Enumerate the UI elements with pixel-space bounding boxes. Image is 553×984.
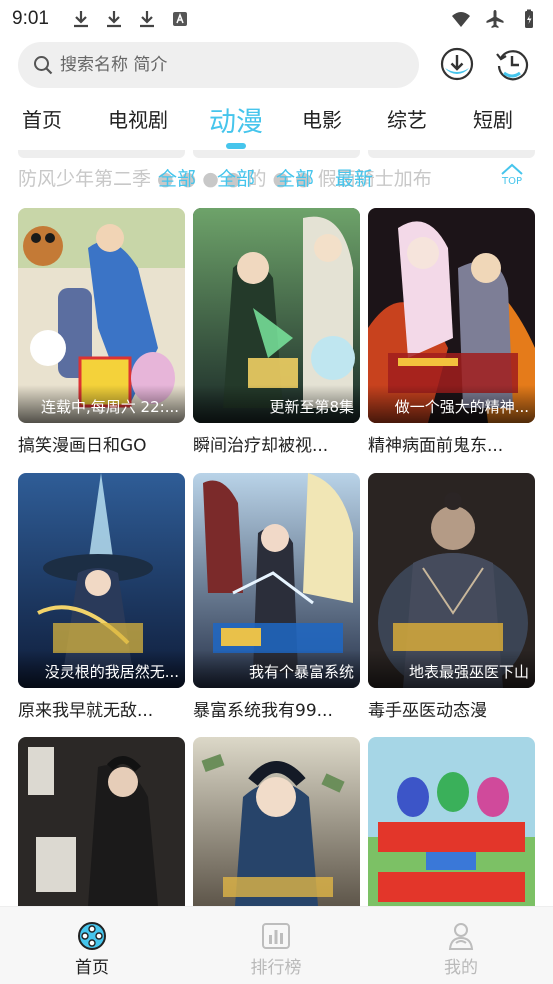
back-to-top-button[interactable]: TOP <box>496 162 528 192</box>
anime-card[interactable]: 没灵根的我居然无... 原来我早就无敌... <box>18 473 185 721</box>
filter-strip: 防风少年第二季 ● ● ● ● 的 ● ● 假面骑士加布 全部 全部 全部 最新… <box>0 150 553 202</box>
wifi-icon <box>452 12 470 27</box>
cover-caption: 没灵根的我居然无... <box>44 663 179 681</box>
chevron-up-icon <box>501 163 523 175</box>
cover-image[interactable] <box>18 737 185 906</box>
anime-card[interactable]: 做一个强大的精神... 精神病面前鬼东... <box>368 208 535 456</box>
anime-card[interactable] <box>368 737 535 906</box>
app-notification-icon <box>172 12 187 26</box>
cover-caption: 做一个强大的精神... <box>394 398 529 416</box>
filter-chip-all[interactable]: 全部 <box>276 164 314 191</box>
history-icon[interactable] <box>494 46 530 82</box>
cover-image[interactable] <box>193 737 360 906</box>
nav-home[interactable]: 首页 <box>52 921 132 978</box>
cover-image[interactable]: 地表最强巫医下山 <box>368 473 535 688</box>
download-notification-icon <box>139 11 154 28</box>
nav-label: 首页 <box>75 958 109 978</box>
card-title[interactable]: 毒手巫医动态漫 <box>368 696 535 721</box>
cover-art <box>18 737 185 906</box>
active-tab-indicator <box>226 143 246 149</box>
nav-ranking[interactable]: 排行榜 <box>236 921 316 978</box>
airplane-mode-icon <box>486 10 504 28</box>
cover-image[interactable]: 连载中,每周六 22:... <box>18 208 185 423</box>
filter-chip-all[interactable]: 全部 <box>217 164 255 191</box>
nav-label: 我的 <box>444 958 478 978</box>
film-reel-icon <box>78 922 106 950</box>
cover-caption: 连载中,每周六 22:... <box>41 398 179 416</box>
nav-label: 排行榜 <box>250 958 302 978</box>
tab-short-drama[interactable]: 短剧 <box>473 96 513 146</box>
tab-tv-series[interactable]: 电视剧 <box>108 96 168 146</box>
cover-caption: 我有个暴富系统 <box>248 663 354 681</box>
cover-image[interactable]: 更新至第8集 <box>193 208 360 423</box>
card-title[interactable]: 原来我早就无敌... <box>18 696 185 721</box>
card-title[interactable]: 搞笑漫画日和GO <box>18 431 185 456</box>
card-title[interactable]: 瞬间治疗却被视... <box>193 431 360 456</box>
card-title[interactable]: 精神病面前鬼东... <box>368 431 535 456</box>
scrolled-card-edge <box>18 150 185 158</box>
scrolled-card-edge <box>193 150 360 158</box>
download-notification-icon <box>106 11 121 28</box>
cover-image[interactable] <box>368 737 535 906</box>
cover-image[interactable]: 没灵根的我居然无... <box>18 473 185 688</box>
cover-image[interactable]: 做一个强大的精神... <box>368 208 535 423</box>
status-notifications <box>71 9 190 29</box>
search-icon <box>34 56 53 75</box>
anime-card[interactable] <box>193 737 360 906</box>
anime-card[interactable]: 地表最强巫医下山 毒手巫医动态漫 <box>368 473 535 721</box>
status-time: 9:01 <box>12 8 49 29</box>
search-row <box>18 42 538 88</box>
download-notification-icon <box>73 11 88 28</box>
cover-caption: 更新至第8集 <box>269 398 354 416</box>
anime-card[interactable]: 连载中,每周六 22:... 搞笑漫画日和GO <box>18 208 185 456</box>
scrolled-card-edge <box>368 150 535 158</box>
category-tabs: 首页 电视剧 动漫 电影 综艺 短剧 <box>0 96 553 146</box>
cover-caption: 地表最强巫医下山 <box>408 663 529 681</box>
anime-card[interactable] <box>18 737 185 906</box>
search-box[interactable] <box>18 42 419 88</box>
tab-variety[interactable]: 综艺 <box>387 96 427 146</box>
filter-chip-all[interactable]: 全部 <box>158 164 196 191</box>
status-bar: 9:01 <box>0 0 553 38</box>
anime-card[interactable]: 我有个暴富系统 暴富系统我有99... <box>193 473 360 721</box>
cover-art <box>368 737 535 906</box>
search-input[interactable] <box>60 55 380 75</box>
anime-card[interactable]: 更新至第8集 瞬间治疗却被视... <box>193 208 360 456</box>
top-label: TOP <box>501 176 522 187</box>
filter-chip-latest[interactable]: 最新 <box>335 164 373 191</box>
tab-movies[interactable]: 电影 <box>302 96 342 146</box>
status-system-icons <box>451 9 539 29</box>
bar-chart-icon <box>262 923 290 949</box>
battery-icon <box>525 9 533 28</box>
cover-art <box>193 737 360 906</box>
bottom-nav: 首页 排行榜 我的 <box>0 906 553 984</box>
tab-home[interactable]: 首页 <box>22 96 62 146</box>
tab-anime[interactable]: 动漫 <box>209 96 263 146</box>
cover-image[interactable]: 我有个暴富系统 <box>193 473 360 688</box>
nav-profile[interactable]: 我的 <box>421 921 501 978</box>
user-icon <box>448 923 474 950</box>
card-title[interactable]: 暴富系统我有99... <box>193 696 360 721</box>
download-icon[interactable] <box>439 46 475 82</box>
